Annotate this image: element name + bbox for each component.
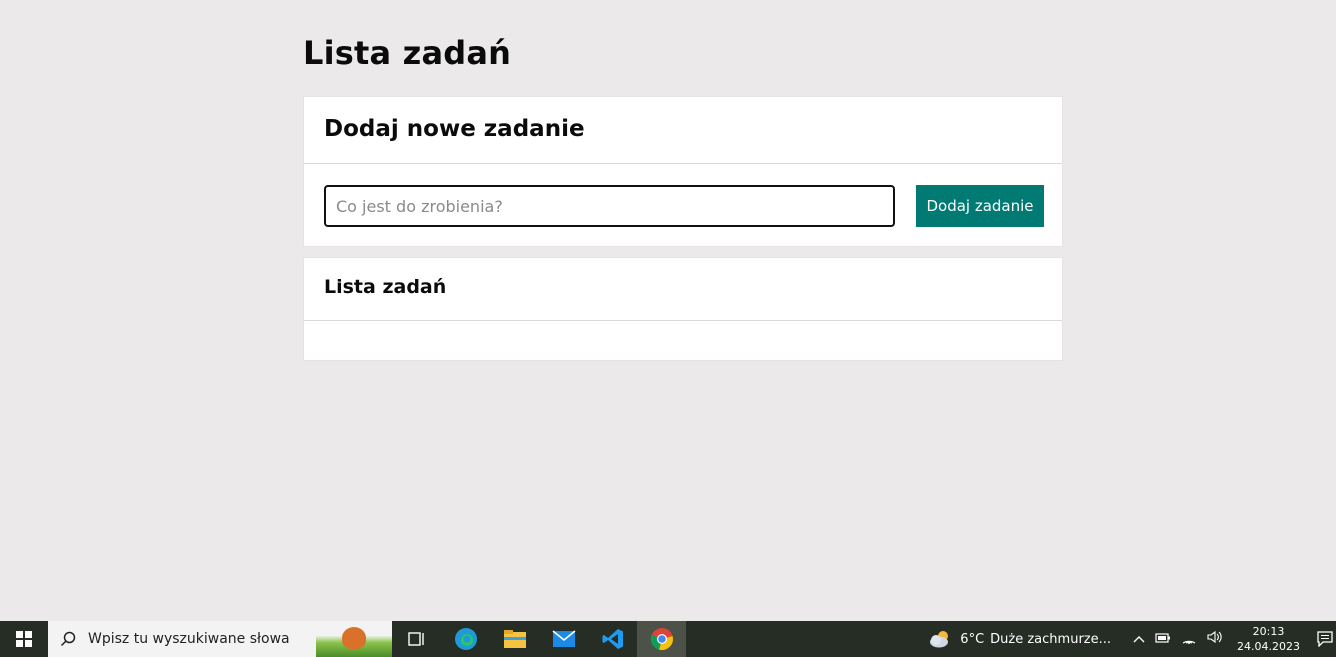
mail-button[interactable] — [539, 621, 588, 657]
taskbar-search-placeholder: Wpisz tu wyszukiwane słowa — [88, 631, 290, 647]
task-list-heading: Lista zadań — [324, 276, 447, 298]
weather-temperature: 6°C — [960, 631, 985, 647]
taskbar-clock[interactable]: 20:13 24.04.2023 — [1237, 624, 1300, 654]
chrome-icon — [650, 628, 673, 650]
chrome-button[interactable] — [637, 621, 686, 657]
vscode-icon — [602, 629, 623, 649]
edge-button[interactable] — [441, 621, 490, 657]
task-view-button[interactable] — [392, 621, 441, 657]
weather-widget[interactable]: 6°C Duże zachmurze... — [928, 629, 1111, 649]
add-task-card-header: Dodaj nowe zadanie — [304, 97, 1062, 164]
file-explorer-icon — [503, 630, 526, 648]
cloud-sun-icon — [930, 631, 949, 648]
vscode-button[interactable] — [588, 621, 637, 657]
taskbar-search-box[interactable]: Wpisz tu wyszukiwane słowa — [48, 621, 392, 657]
fox-illustration-icon — [342, 627, 366, 649]
chevron-up-icon[interactable] — [1133, 632, 1145, 647]
notifications-button[interactable] — [1314, 631, 1336, 647]
weather-description: Duże zachmurze... — [990, 631, 1112, 647]
clock-date: 24.04.2023 — [1237, 640, 1300, 653]
task-input[interactable] — [324, 185, 895, 227]
system-tray: 6°C Duże zachmurze... 20:13 24.04.2023 — [928, 621, 1336, 657]
clock-time: 20:13 — [1252, 625, 1285, 638]
file-explorer-button[interactable] — [490, 621, 539, 657]
edge-icon — [454, 628, 477, 650]
windows-taskbar: Wpisz tu wyszukiwane słowa 6°C Duże zach… — [0, 621, 1336, 657]
wifi-icon[interactable] — [1181, 630, 1197, 648]
add-task-card: Dodaj nowe zadanie Dodaj zadanie — [303, 96, 1063, 247]
add-task-heading: Dodaj nowe zadanie — [324, 116, 585, 142]
task-list-card-header: Lista zadań — [304, 258, 1062, 321]
start-button[interactable] — [0, 621, 48, 657]
add-task-button[interactable]: Dodaj zadanie — [916, 185, 1044, 227]
windows-logo-icon — [16, 631, 32, 647]
battery-icon[interactable] — [1155, 632, 1171, 647]
page-title: Lista zadań — [303, 34, 512, 72]
mail-icon — [551, 630, 576, 647]
task-list-card: Lista zadań — [303, 257, 1063, 361]
volume-icon[interactable] — [1207, 630, 1223, 648]
search-icon — [48, 631, 88, 647]
app-page: Lista zadań Dodaj nowe zadanie Dodaj zad… — [0, 0, 1336, 621]
notification-icon — [1317, 631, 1333, 647]
tray-icons — [1133, 630, 1223, 648]
task-view-icon — [407, 632, 424, 646]
